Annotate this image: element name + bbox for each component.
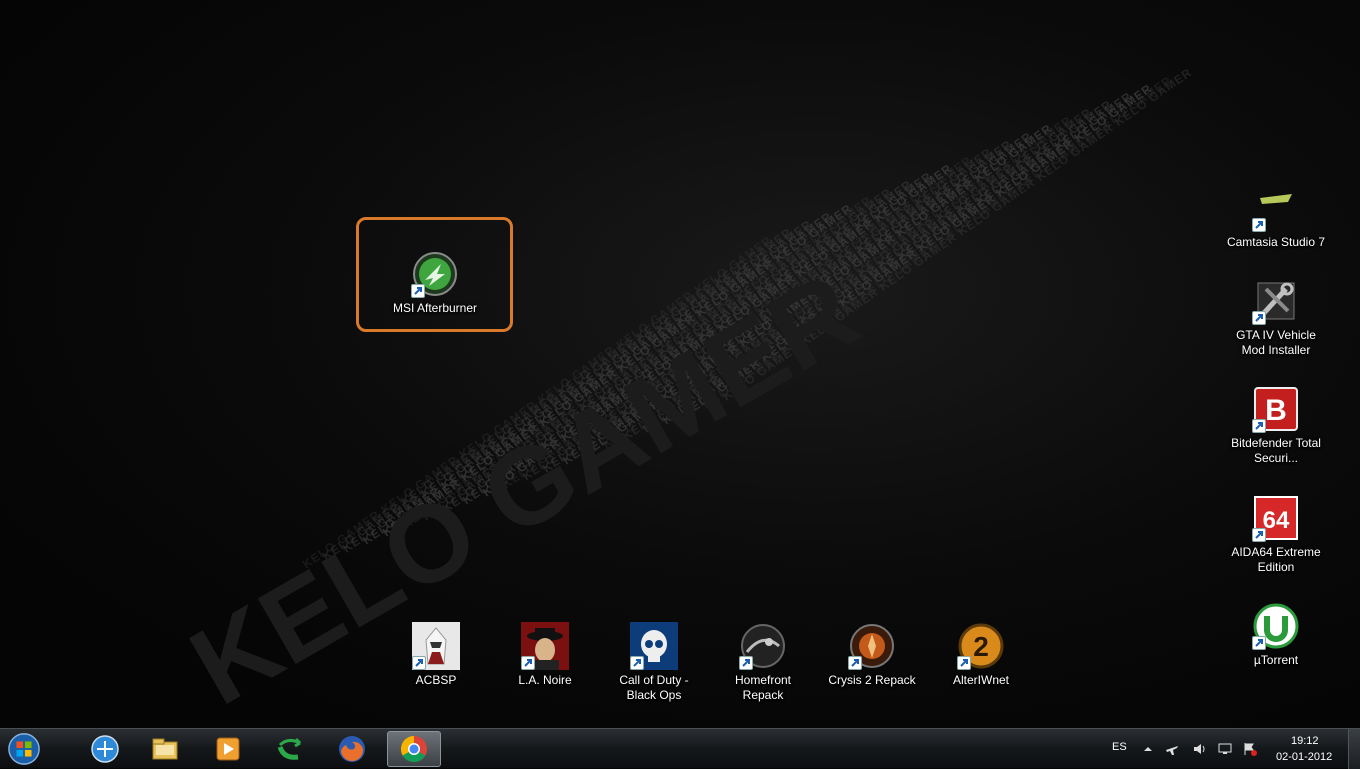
taskbar-firefox[interactable] [325, 731, 379, 767]
icon-label: ACBSP [415, 673, 457, 687]
icon-label: MSI Afterburner [392, 301, 478, 315]
chrome-icon [400, 735, 427, 763]
shortcut-arrow-icon [1255, 531, 1263, 539]
speaker-icon [1194, 744, 1205, 754]
desktop-icon-homefront[interactable]: Homefront Repack [713, 622, 813, 703]
taskbar-green-arrow[interactable] [263, 731, 317, 767]
media-player-icon [216, 737, 240, 761]
icon-label: µTorrent [1253, 653, 1299, 667]
clock-time[interactable]: 19:12 [1291, 735, 1319, 747]
desktop: KELO GAMER KELO GAMER KELO GAMER KELO GA… [0, 0, 1360, 728]
tray-airplane[interactable] [1164, 741, 1180, 757]
taskbar: ES 19:12 02-01-2012 [0, 728, 1360, 769]
shortcut-arrow-icon [1255, 422, 1263, 430]
shortcut-arrow-icon [633, 659, 641, 667]
taskbar-connection[interactable] [78, 731, 132, 767]
desktop-icon-msi-afterburner[interactable]: MSI Afterburner [385, 250, 485, 316]
shortcut-arrow-icon [1255, 639, 1263, 647]
icon-label: Homefront Repack [734, 673, 792, 702]
explorer-icon [152, 738, 178, 760]
tray-network[interactable] [1217, 741, 1233, 757]
taskbar-explorer[interactable] [138, 731, 192, 767]
start-orb-icon [8, 733, 40, 765]
shortcut-arrow-icon [960, 659, 968, 667]
taskbar-media-player[interactable] [201, 731, 255, 767]
tray-action-center[interactable] [1242, 741, 1258, 757]
desktop-icon-cod-black-ops[interactable]: Call of Duty - Black Ops [604, 622, 704, 703]
shortcut-arrow-icon [524, 659, 532, 667]
connection-icon [91, 735, 119, 763]
icon-label: GTA IV Vehicle Mod Installer [1236, 328, 1316, 357]
show-desktop-button[interactable] [1348, 729, 1360, 769]
taskbar-chrome[interactable] [387, 731, 441, 767]
shortcut-arrow-icon [851, 659, 859, 667]
airplane-icon [1166, 746, 1178, 755]
shortcut-arrow-icon [742, 659, 750, 667]
desktop-icon-utorrent[interactable]: µTorrent [1226, 602, 1326, 668]
network-icon [1218, 743, 1232, 754]
tray-volume[interactable] [1192, 741, 1208, 757]
icon-label: AlterIWnet [952, 673, 1009, 687]
start-button[interactable] [4, 730, 44, 768]
firefox-icon [339, 736, 365, 762]
green-arrow-icon [277, 737, 302, 760]
shortcut-arrow-icon [414, 287, 422, 295]
desktop-icon-gta-iv[interactable]: GTA IV Vehicle Mod Installer [1226, 277, 1326, 358]
icon-label: L.A. Noire [518, 673, 572, 687]
chevron-up-icon [1144, 747, 1152, 751]
svg-text:64: 64 [1263, 507, 1290, 534]
icon-label: Bitdefender Total Securi... [1231, 436, 1321, 465]
desktop-icon-alteriwnet[interactable]: 2 AlterIWnet [931, 622, 1031, 688]
clock-date[interactable]: 02-01-2012 [1276, 751, 1332, 763]
desktop-icon-la-noire[interactable]: L.A. Noire [495, 622, 595, 688]
icon-label: AIDA64 Extreme Edition [1231, 545, 1321, 574]
flag-warning-icon [1244, 743, 1257, 756]
icon-label: Crysis 2 Repack [828, 673, 916, 687]
shortcut-arrow-icon [1255, 221, 1263, 229]
language-indicator[interactable]: ES [1112, 741, 1127, 753]
icon-label: Call of Duty - Black Ops [619, 673, 689, 702]
shortcut-arrow-icon [415, 659, 423, 667]
desktop-icon-aida64[interactable]: 64 AIDA64 Extreme Edition [1226, 494, 1326, 575]
desktop-icon-crysis2[interactable]: Crysis 2 Repack [822, 622, 922, 688]
desktop-icon-bitdefender[interactable]: B Bitdefender Total Securi... [1226, 385, 1326, 466]
svg-text:2: 2 [973, 631, 989, 662]
show-hidden-icons[interactable] [1140, 741, 1156, 757]
shortcut-arrow-icon [1255, 314, 1263, 322]
icon-label: Camtasia Studio 7 [1226, 235, 1326, 249]
desktop-icon-acbsp[interactable]: ACBSP [386, 622, 486, 688]
svg-text:B: B [1265, 394, 1287, 427]
desktop-icon-camtasia[interactable]: Camtasia Studio 7 [1226, 184, 1326, 250]
